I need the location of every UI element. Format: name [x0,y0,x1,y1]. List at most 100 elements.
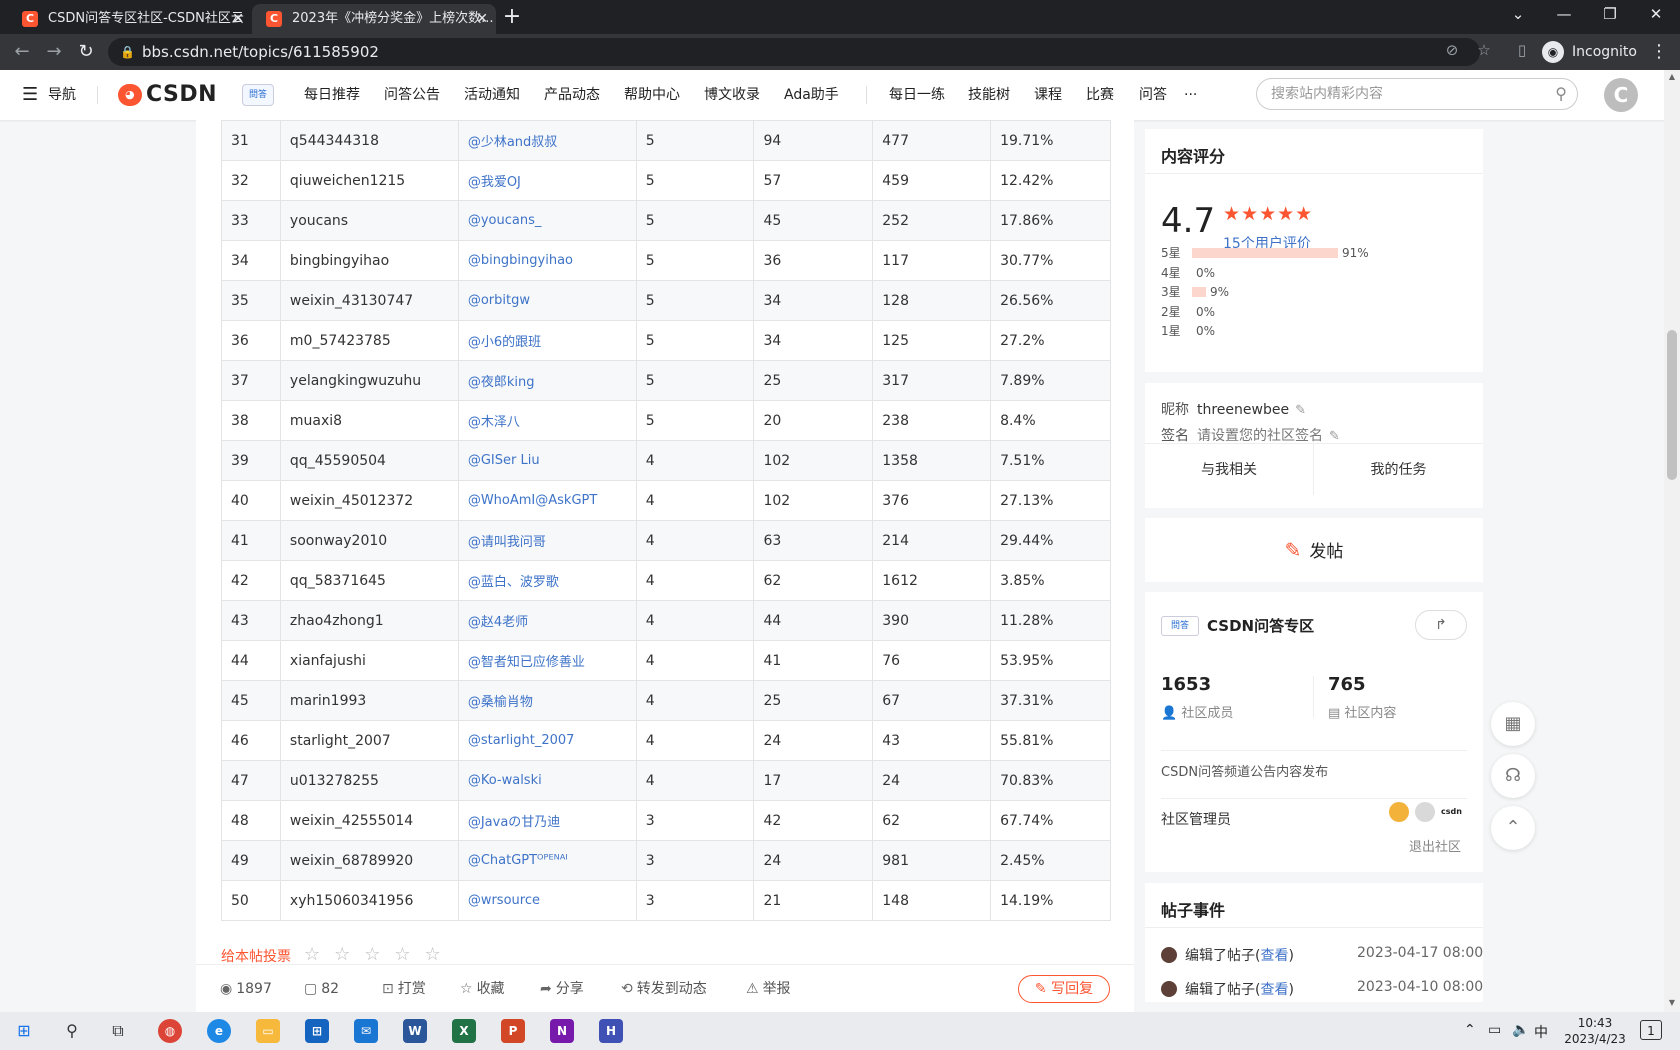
tracking-protection-icon[interactable]: ⊘ [1440,38,1464,62]
reload-icon[interactable]: ↻ [72,38,100,66]
tray-overflow-icon[interactable]: ⌃ [1464,1022,1476,1038]
nickname-cell[interactable]: @orbitgw [457,280,637,321]
browser-menu-icon[interactable]: ⋮ [1646,39,1672,65]
nickname-cell[interactable]: @wrsource [457,880,637,921]
app-icon[interactable]: H [599,1019,623,1043]
forward-button[interactable]: ⟲ 转发到动态 [621,979,707,999]
nav-item-qa-announcement[interactable]: 问答公告 [384,82,440,108]
new-post-button[interactable]: ✎ 发帖 [1145,518,1483,582]
report-button[interactable]: ⚠ 举报 [746,979,791,999]
scrollbar-thumb[interactable] [1667,330,1677,480]
nickname-cell[interactable]: @Ko-walski [457,760,637,801]
file-explorer-icon[interactable]: ▭ [256,1019,280,1043]
user-avatar[interactable]: C [1604,78,1638,112]
store-icon[interactable]: ⊞ [305,1019,329,1043]
nav-menu-button[interactable]: ☰ 导航 [22,82,76,108]
windows-start-icon[interactable]: ⊞ [2,1015,46,1047]
customer-service-icon[interactable]: ☊ [1491,754,1535,798]
nickname-cell[interactable]: @蓝白、波罗歌 [457,560,637,601]
tip-button[interactable]: ⊡ 打赏 [382,979,426,999]
restore-icon[interactable]: ❐ [1588,0,1632,30]
address-bar[interactable]: 🔒 bbs.csdn.net/topics/611585902 [108,38,1480,66]
powerpoint-icon[interactable]: P [501,1019,525,1043]
nav-item-activity[interactable]: 活动通知 [464,82,520,108]
new-tab-button[interactable]: + [498,4,526,32]
nav-item-contests[interactable]: 比赛 [1086,82,1114,108]
nickname-cell[interactable]: @WhoAmI@AskGPT [457,480,637,521]
browser-tab-1[interactable]: C CSDN问答专区社区-CSDN社区云 ✕ [8,4,252,34]
nickname-cell[interactable]: @智者知已应修善业 [457,640,637,681]
nickname-cell[interactable]: @少林and叔叔 [457,120,637,161]
page-scrollbar[interactable]: ▲ ▼ [1664,70,1680,1012]
bookmark-star-icon[interactable]: ☆ [1472,38,1496,62]
incognito-indicator[interactable]: ◉ Incognito [1542,39,1637,65]
nickname-cell[interactable]: @请叫我问哥 [457,520,637,561]
nickname-cell[interactable]: @桑榆肖物 [457,680,637,721]
task-view-icon[interactable]: ⧉ [96,1015,140,1047]
admin-avatar[interactable] [1415,802,1435,822]
nickname-cell[interactable]: @小6的跟班 [457,320,637,361]
rate-post-stars[interactable]: ☆☆☆☆☆ [304,944,455,965]
view-event-link[interactable]: 查看 [1260,948,1288,964]
side-panel-icon[interactable]: ▯ [1510,38,1534,62]
nickname-cell[interactable]: @我爱OJ [457,160,637,201]
forward-icon[interactable]: → [40,38,68,66]
nickname-cell[interactable]: @starlight_2007 [457,720,637,761]
nav-item-ada-assistant[interactable]: Ada助手 [784,82,839,108]
nickname-cell[interactable]: @赵4老师 [457,600,637,641]
back-to-top-icon[interactable]: ⌃ [1491,806,1535,850]
nav-item-product-news[interactable]: 产品动态 [544,82,600,108]
nickname-cell[interactable]: @GISer Liu [457,440,637,481]
nickname-cell[interactable]: @夜郎king [457,360,637,401]
network-icon[interactable]: ▭ [1488,1022,1501,1038]
search-icon[interactable]: ⚲ [1555,79,1567,109]
qrcode-icon[interactable]: ▦ [1491,702,1535,746]
community-header[interactable]: 問答 CSDN问答专区 [1161,616,1314,636]
ime-indicator[interactable]: 中 [1534,1022,1548,1042]
close-tab-icon[interactable]: ✕ [476,4,488,34]
tab-related-to-me[interactable]: 与我相关 [1145,443,1314,495]
comments-button[interactable]: ▢ 82 [304,979,339,999]
browser-tab-2[interactable]: C 2023年《冲榜分奖金》上榜次数... ✕ [252,4,496,34]
admin-avatar[interactable]: csdn [1441,802,1462,822]
community-share-button[interactable]: ↱ [1415,610,1467,640]
nav-item-help-center[interactable]: 帮助中心 [624,82,680,108]
taskbar-search-icon[interactable]: ⚲ [50,1015,94,1047]
volume-icon[interactable]: 🔈 [1512,1022,1529,1038]
nav-item-skill-tree[interactable]: 技能树 [968,82,1010,108]
site-search-input[interactable]: 搜索站内精彩内容 ⚲ [1256,78,1578,110]
close-tab-icon[interactable]: ✕ [232,4,244,34]
edit-signature-icon[interactable]: ✎ [1329,429,1340,444]
nickname-cell[interactable]: @bingbingyihao [457,240,637,281]
nickname-cell[interactable]: @木泽八 [457,400,637,441]
write-reply-button[interactable]: ✎ 写回复 [1018,975,1110,1003]
taskbar-clock[interactable]: 10:43 2023/4/23 [1560,1015,1630,1047]
nav-item-daily-recommend[interactable]: 每日推荐 [304,82,360,108]
tab-my-tasks[interactable]: 我的任务 [1314,443,1483,495]
nav-item-blog-collection[interactable]: 博文收录 [704,82,760,108]
minimize-icon[interactable]: — [1542,0,1586,30]
csdn-logo[interactable]: ◕ CSDN [118,82,217,108]
admin-avatar[interactable] [1389,802,1409,822]
notification-center-icon[interactable]: 1 [1640,1020,1662,1040]
scroll-down-arrow-icon[interactable]: ▼ [1664,998,1680,1007]
share-button[interactable]: ➦ 分享 [540,979,584,999]
edge-icon[interactable]: e [207,1019,231,1043]
nickname-cell[interactable]: @youcans_ [457,200,637,241]
chrome-icon[interactable]: ◍ [158,1019,182,1043]
onenote-icon[interactable]: N [550,1019,574,1043]
nickname-cell[interactable]: @Javaの甘乃迪 [457,800,637,841]
close-window-icon[interactable]: ✕ [1634,0,1678,30]
scroll-up-arrow-icon[interactable]: ▲ [1664,72,1680,81]
mail-icon[interactable]: ✉ [354,1019,378,1043]
nav-item-courses[interactable]: 课程 [1034,82,1062,108]
nav-more[interactable]: ··· [1184,82,1197,108]
tab-search-icon[interactable]: ⌄ [1496,0,1540,30]
excel-icon[interactable]: X [452,1019,476,1043]
favorite-button[interactable]: ☆ 收藏 [460,979,505,999]
wenda-badge[interactable]: 問答 [242,84,274,106]
edit-nickname-icon[interactable]: ✎ [1295,403,1306,418]
leave-community-link[interactable]: 退出社区 [1409,836,1461,855]
back-icon[interactable]: ← [8,38,36,66]
nickname-cell[interactable]: @ChatGPTᴼᴾᴱᴺᴬᴵ [457,840,637,881]
